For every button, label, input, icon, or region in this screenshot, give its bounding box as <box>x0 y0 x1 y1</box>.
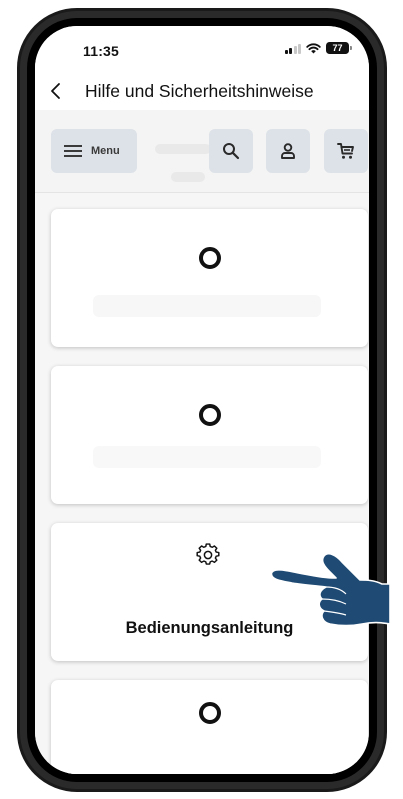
chevron-left-icon <box>51 83 60 99</box>
search-icon <box>223 143 240 160</box>
status-bar: 11:35 77 <box>35 26 369 74</box>
navigation-bar: Hilfe und Sicherheitshinweise <box>35 74 369 110</box>
page-title: Hilfe und Sicherheitshinweise <box>85 81 314 101</box>
category-card[interactable] <box>51 366 368 504</box>
category-card[interactable] <box>51 209 368 347</box>
content-list[interactable]: Bedienungsanleitung <box>35 193 369 774</box>
back-button[interactable] <box>49 78 71 104</box>
gear-icon <box>196 543 220 565</box>
cart-icon <box>337 143 354 159</box>
ring-icon <box>199 247 221 269</box>
site-header: Menu <box>35 110 369 193</box>
faded-header-text <box>171 172 205 182</box>
user-icon <box>281 143 295 159</box>
cart-button[interactable] <box>324 129 368 173</box>
wifi-icon <box>306 42 321 53</box>
pointing-hand-icon <box>270 553 390 627</box>
faded-header-text <box>155 144 211 154</box>
search-button[interactable] <box>209 129 253 173</box>
menu-label: Menu <box>91 145 120 157</box>
screenshot-stage: 11:35 77 Hilfe und Sicherheitshinweise M… <box>0 0 403 799</box>
status-time: 11:35 <box>83 43 120 59</box>
category-card[interactable] <box>51 680 368 774</box>
status-icons: 77 <box>284 42 352 54</box>
ring-icon <box>199 404 221 426</box>
phone-screen: 11:35 77 Hilfe und Sicherheitshinweise M… <box>35 26 369 774</box>
hamburger-icon <box>64 145 82 157</box>
faded-card-label <box>93 295 321 317</box>
menu-button[interactable]: Menu <box>51 129 137 173</box>
faded-card-label <box>93 446 321 468</box>
ring-icon <box>199 702 221 724</box>
signal-icon <box>284 43 301 54</box>
battery-icon: 77 <box>326 42 352 54</box>
account-button[interactable] <box>266 129 310 173</box>
